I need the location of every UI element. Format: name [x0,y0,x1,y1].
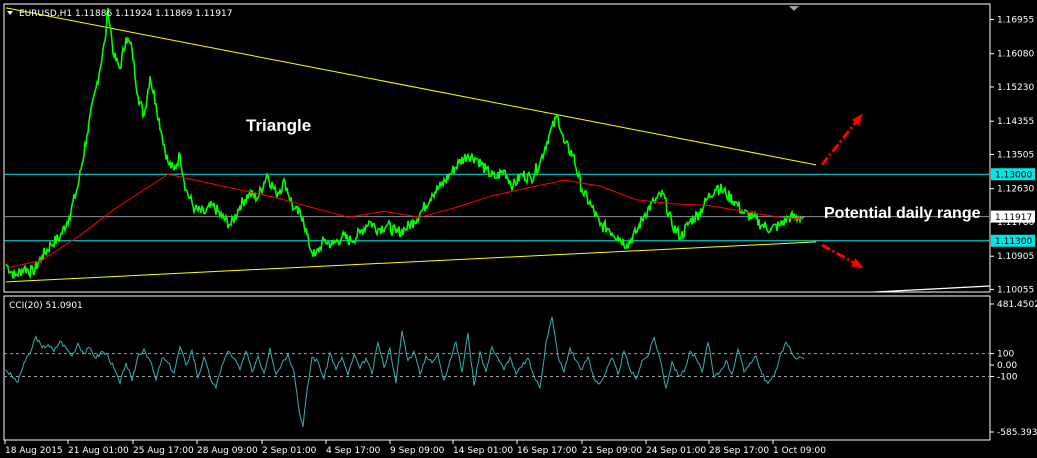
cci-tick-label: -100 [997,372,1018,382]
range-annotation: Potential daily range [824,205,981,222]
chart-window[interactable]: 1.16955 1.16080 1.15230 1.14355 1.13505 1.126… [0,0,1037,458]
y-tick-label: 1.16955 [997,15,1034,25]
y-tick-label: 1.15230 [997,83,1034,93]
chart-title: EURUSD,H1 1.11886 1.11924 1.11869 1.1191… [19,9,232,19]
cci-tick-label: 0.00 [997,361,1017,371]
cci-tick-label: 481.4502 [997,300,1037,310]
cci-title: CCI(20) 51.0901 [9,301,83,311]
current-price-tag-label: 1.11917 [995,213,1032,223]
x-tick-label: 4 Sep 17:00 [326,446,381,456]
x-tick-label: 21 Aug 01:00 [68,446,129,456]
x-tick-label: 1 Oct 09:00 [773,446,826,456]
x-tick-label: 28 Aug 09:00 [197,446,258,456]
level-price-tag-label: 1.13000 [995,171,1032,181]
cci-tick-label: -585.3938 [997,428,1037,438]
x-tick-label: 2 Sep 01:00 [262,446,317,456]
x-tick-label: 16 Sep 17:00 [517,446,577,456]
x-tick-label: 24 Sep 01:00 [646,446,706,456]
x-tick-label: 9 Sep 09:00 [390,446,445,456]
y-tick-label: 1.12630 [997,185,1034,195]
x-tick-label: 21 Sep 09:00 [582,446,642,456]
x-tick-label: 18 Aug 2015 [5,446,63,456]
chart-canvas[interactable]: 1.16955 1.16080 1.15230 1.14355 1.13505 1.126… [0,0,1037,458]
y-tick-label: 1.14355 [997,117,1034,127]
x-tick-label: 28 Sep 17:00 [709,446,769,456]
y-tick-label: 1.10055 [997,285,1034,295]
level-price-tag-label: 1.11300 [995,237,1032,247]
x-tick-label: 25 Aug 17:00 [133,446,194,456]
background [0,0,1037,458]
x-tick-label: 14 Sep 01:00 [453,446,513,456]
triangle-annotation: Triangle [246,116,311,135]
y-tick-label: 1.10905 [997,252,1034,262]
y-tick-label: 1.13505 [997,150,1034,160]
cci-tick-label: 100 [997,350,1014,360]
y-tick-label: 1.16080 [997,50,1034,60]
